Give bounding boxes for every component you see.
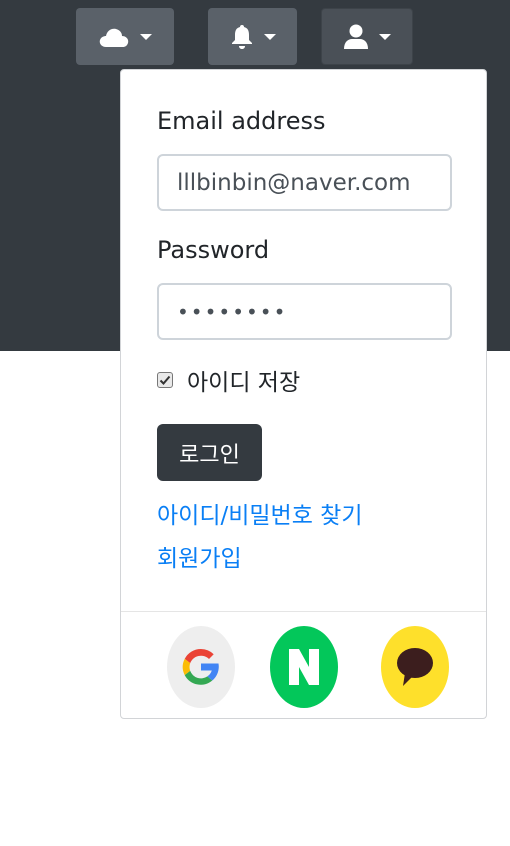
naver-login-button[interactable]	[270, 626, 338, 708]
user-dropdown-button[interactable]	[321, 8, 413, 65]
kakao-icon	[397, 648, 433, 686]
user-icon	[344, 24, 368, 49]
password-label: Password	[157, 236, 270, 264]
email-label: Email address	[157, 107, 326, 135]
google-icon	[182, 648, 219, 685]
login-dropdown: Email address lllbinbin@naver.com Passwo…	[120, 69, 487, 719]
find-account-link[interactable]: 아이디/비밀번호 찾기	[157, 496, 363, 530]
signup-link[interactable]: 회원가입	[157, 539, 242, 573]
password-field[interactable]: ••••••••	[157, 283, 452, 340]
kakao-login-button[interactable]	[381, 626, 449, 708]
google-login-button[interactable]	[167, 626, 235, 708]
naver-icon	[289, 649, 319, 685]
email-field[interactable]: lllbinbin@naver.com	[157, 154, 452, 211]
cloud-dropdown-button[interactable]	[76, 8, 174, 65]
checkmark-icon	[159, 375, 171, 385]
divider	[121, 611, 486, 612]
login-button[interactable]: 로그인	[157, 424, 262, 481]
chevron-down-icon	[379, 33, 391, 40]
chevron-down-icon	[140, 33, 152, 40]
bell-icon	[231, 24, 252, 49]
chevron-down-icon	[263, 33, 276, 40]
remember-id-checkbox[interactable]	[157, 372, 173, 388]
notifications-dropdown-button[interactable]	[208, 8, 297, 65]
cloud-icon	[99, 28, 129, 47]
remember-id-label: 아이디 저장	[187, 370, 301, 396]
